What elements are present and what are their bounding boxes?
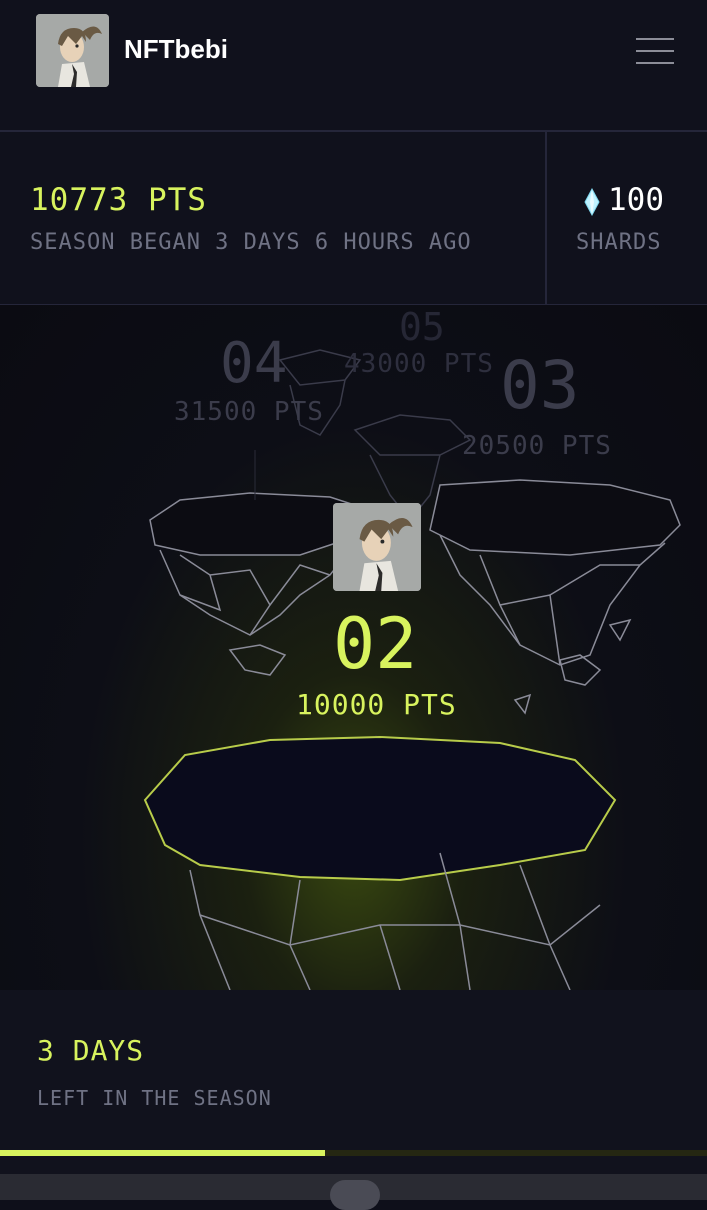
season-level-map[interactable]: 05 43000 PTS 04 31500 PTS 03 20500 PTS 0… xyxy=(0,305,707,990)
level-number-04[interactable]: 04 xyxy=(220,331,287,396)
current-level-number: 02 xyxy=(333,603,418,685)
level-points-03: 20500 PTS xyxy=(462,431,612,461)
season-stats-panel: 10773 PTS SEASON BEGAN 3 DAYS 6 HOURS AG… xyxy=(0,132,707,305)
level-points-05: 43000 PTS xyxy=(344,349,494,379)
current-level-points: 10000 PTS xyxy=(296,688,457,721)
current-level-avatar[interactable] xyxy=(333,503,421,591)
days-left-value: 3 DAYS xyxy=(37,1034,145,1067)
username: NFTbebi xyxy=(124,34,228,64)
days-left-label: LEFT IN THE SEASON xyxy=(37,1086,272,1110)
hamburger-menu-icon[interactable] xyxy=(636,36,674,66)
season-progress-bar xyxy=(0,1150,707,1156)
shards-value: 100 xyxy=(608,182,664,218)
level-number-03[interactable]: 03 xyxy=(500,347,579,424)
shards-label: SHARDS xyxy=(576,230,662,255)
season-countdown-panel: 3 DAYS LEFT IN THE SEASON xyxy=(0,990,707,1210)
season-started-text: SEASON BEGAN 3 DAYS 6 HOURS AGO xyxy=(30,230,472,255)
level-points-04: 31500 PTS xyxy=(174,397,324,427)
diamond-shard-icon xyxy=(584,188,600,216)
avatar[interactable] xyxy=(36,14,109,87)
bottom-sheet-handle[interactable] xyxy=(330,1180,380,1210)
points-total: 10773 PTS xyxy=(30,182,207,218)
level-number-05: 05 xyxy=(399,305,445,349)
stats-divider xyxy=(545,132,547,304)
season-progress-fill xyxy=(0,1150,326,1156)
top-bar: NFTbebi xyxy=(0,0,707,132)
